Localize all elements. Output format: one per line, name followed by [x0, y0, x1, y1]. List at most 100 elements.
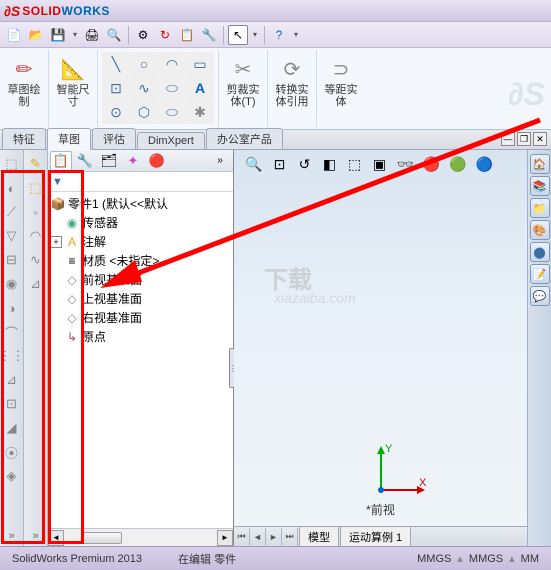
tree-material[interactable]: ≡ 材质 <未指定>	[48, 251, 233, 270]
trim-button[interactable]: ✂ 剪裁实 体(T)	[223, 52, 263, 112]
tab-nav-first[interactable]: ⏮	[234, 528, 250, 546]
swept-boss-button[interactable]: ⟋	[1, 201, 23, 223]
open-button[interactable]: 📂	[26, 25, 46, 45]
draft-button[interactable]: ◢	[1, 417, 23, 439]
fillet-button[interactable]: ⌒	[1, 321, 23, 343]
offset-button[interactable]: ⊃ 等距实 体	[321, 52, 361, 112]
design-library-button[interactable]: 📚	[530, 176, 550, 196]
convert-button[interactable]: ⟳ 转换实 体引用	[272, 52, 312, 112]
polygon-tool[interactable]: ⬡	[130, 100, 158, 124]
tab-sketch[interactable]: 草图	[47, 128, 91, 150]
status-units3[interactable]: MM	[515, 553, 545, 565]
3d-sketch-button[interactable]: ⬚	[25, 177, 47, 199]
property-manager-tab[interactable]: 🔧	[74, 151, 96, 171]
previous-view-button[interactable]: ↺	[293, 154, 315, 174]
curve-button[interactable]: ∿	[25, 249, 47, 271]
help-button[interactable]: ?	[269, 25, 289, 45]
tab-nav-prev[interactable]: ◄	[250, 528, 266, 546]
revolve-boss-button[interactable]: ◐	[1, 177, 23, 199]
rebuild-button[interactable]: ↻	[155, 25, 175, 45]
expand-toolbar-icon[interactable]: »	[24, 528, 47, 544]
slot-tool[interactable]: ⬭	[158, 100, 186, 124]
scene-button[interactable]: 🟢	[446, 154, 469, 174]
smart-dimension-button[interactable]: 📐 智能尺 寸	[53, 52, 93, 112]
shell-button[interactable]: ⊡	[1, 393, 23, 415]
model-tab[interactable]: 模型	[299, 526, 339, 547]
dropdown-icon[interactable]: ▾	[250, 25, 260, 45]
render-button[interactable]: 🔵	[473, 154, 496, 174]
mirror-button[interactable]: ⦿	[1, 441, 23, 463]
sketch-button[interactable]: ✏ 草图绘 制	[4, 52, 44, 112]
line-tool[interactable]: ╲	[102, 52, 130, 76]
appearances-button[interactable]: ⬤	[530, 242, 550, 262]
tree-top-plane[interactable]: ◇ 上视基准面	[48, 289, 233, 308]
view-palette-button[interactable]: 🎨	[530, 220, 550, 240]
scroll-left-icon[interactable]: ◄	[48, 530, 64, 546]
point-button[interactable]: ◦	[25, 201, 47, 223]
centerline-tool[interactable]: ⊡	[102, 76, 130, 100]
tab-features[interactable]: 特征	[2, 128, 46, 149]
ellipse-tool[interactable]: ⬭	[158, 76, 186, 100]
toolbox-button[interactable]: 🔧	[199, 25, 219, 45]
filter-icon[interactable]: ▼	[52, 176, 63, 188]
tree-origin[interactable]: ↳ 原点	[48, 327, 233, 346]
tree-sensors[interactable]: ◉ 传感器	[48, 213, 233, 232]
options-button[interactable]: ⚙	[133, 25, 153, 45]
zoom-area-button[interactable]: ⊡	[268, 154, 290, 174]
tab-nav-next[interactable]: ►	[266, 528, 282, 546]
tree-root[interactable]: 📦 零件1 (默认<<默认	[48, 194, 233, 213]
new-button[interactable]: 📄	[4, 25, 24, 45]
expand-toggle[interactable]: +	[50, 236, 62, 248]
ref-geometry-button[interactable]: ◈	[1, 465, 23, 487]
print-preview-button[interactable]: 🔍	[104, 25, 124, 45]
hole-wizard-button[interactable]: ◉	[1, 273, 23, 295]
arc-tool[interactable]: ◠	[158, 52, 186, 76]
rectangle-tool[interactable]: ▭	[186, 52, 214, 76]
status-units2[interactable]: MMGS	[463, 553, 509, 565]
forum-button[interactable]: 💬	[530, 286, 550, 306]
custom-props-button[interactable]: 📝	[530, 264, 550, 284]
dropdown-icon[interactable]: ▾	[291, 25, 301, 45]
arc-button[interactable]: ◠	[25, 225, 47, 247]
extrude-cut-button[interactable]: ⊟	[1, 249, 23, 271]
feature-tree-tab[interactable]: 📋	[50, 151, 72, 171]
close-button[interactable]: ✕	[533, 132, 547, 146]
motion-study-tab[interactable]: 运动算例 1	[340, 526, 411, 547]
display-manager-tab[interactable]: 🔴	[146, 151, 168, 171]
pattern-button[interactable]: ⋮⋮	[1, 345, 23, 367]
tab-nav-last[interactable]: ⏭	[282, 528, 298, 546]
dimxpert-tab[interactable]: ✦	[122, 151, 144, 171]
tab-office[interactable]: 办公室产品	[206, 128, 283, 149]
save-button[interactable]: 💾	[48, 25, 68, 45]
dropdown-icon[interactable]: ▾	[70, 25, 80, 45]
panel-scrollbar[interactable]: ◄ ►	[48, 528, 233, 546]
view-orientation-button[interactable]: ⬚	[343, 154, 365, 174]
scroll-right-icon[interactable]: ►	[217, 530, 233, 546]
tab-evaluate[interactable]: 评估	[92, 128, 136, 149]
appearance-button[interactable]: 🔴	[420, 154, 443, 174]
text-tool[interactable]: A	[186, 76, 214, 100]
zoom-fit-button[interactable]: 🔍	[242, 154, 265, 174]
minimize-button[interactable]: —	[501, 132, 515, 146]
section-view-button[interactable]: ◧	[318, 154, 340, 174]
maximize-button[interactable]: ❐	[517, 132, 531, 146]
print-button[interactable]: 🖨	[82, 25, 102, 45]
resources-button[interactable]: 🏠	[530, 154, 550, 174]
revolve-cut-button[interactable]: ◑	[1, 297, 23, 319]
tree-annotations[interactable]: + A 注解	[48, 232, 233, 251]
misc-button[interactable]: ⊿	[25, 273, 47, 295]
tab-dimxpert[interactable]: DimXpert	[137, 132, 205, 149]
tree-right-plane[interactable]: ◇ 右视基准面	[48, 308, 233, 327]
spline-tool[interactable]: ∿	[130, 76, 158, 100]
spline-button[interactable]: ✎	[25, 153, 47, 175]
properties-button[interactable]: 📋	[177, 25, 197, 45]
misc-tool[interactable]: ✱	[186, 100, 214, 124]
scroll-thumb[interactable]	[82, 532, 122, 544]
expand-toolbar-icon[interactable]: »	[0, 528, 23, 544]
extrude-boss-button[interactable]: ⬚	[1, 153, 23, 175]
status-units1[interactable]: MMGS	[411, 553, 457, 565]
config-manager-tab[interactable]: 🗂	[98, 151, 120, 171]
display-style-button[interactable]: ▣	[368, 154, 390, 174]
rib-button[interactable]: ⊿	[1, 369, 23, 391]
loft-boss-button[interactable]: ▽	[1, 225, 23, 247]
